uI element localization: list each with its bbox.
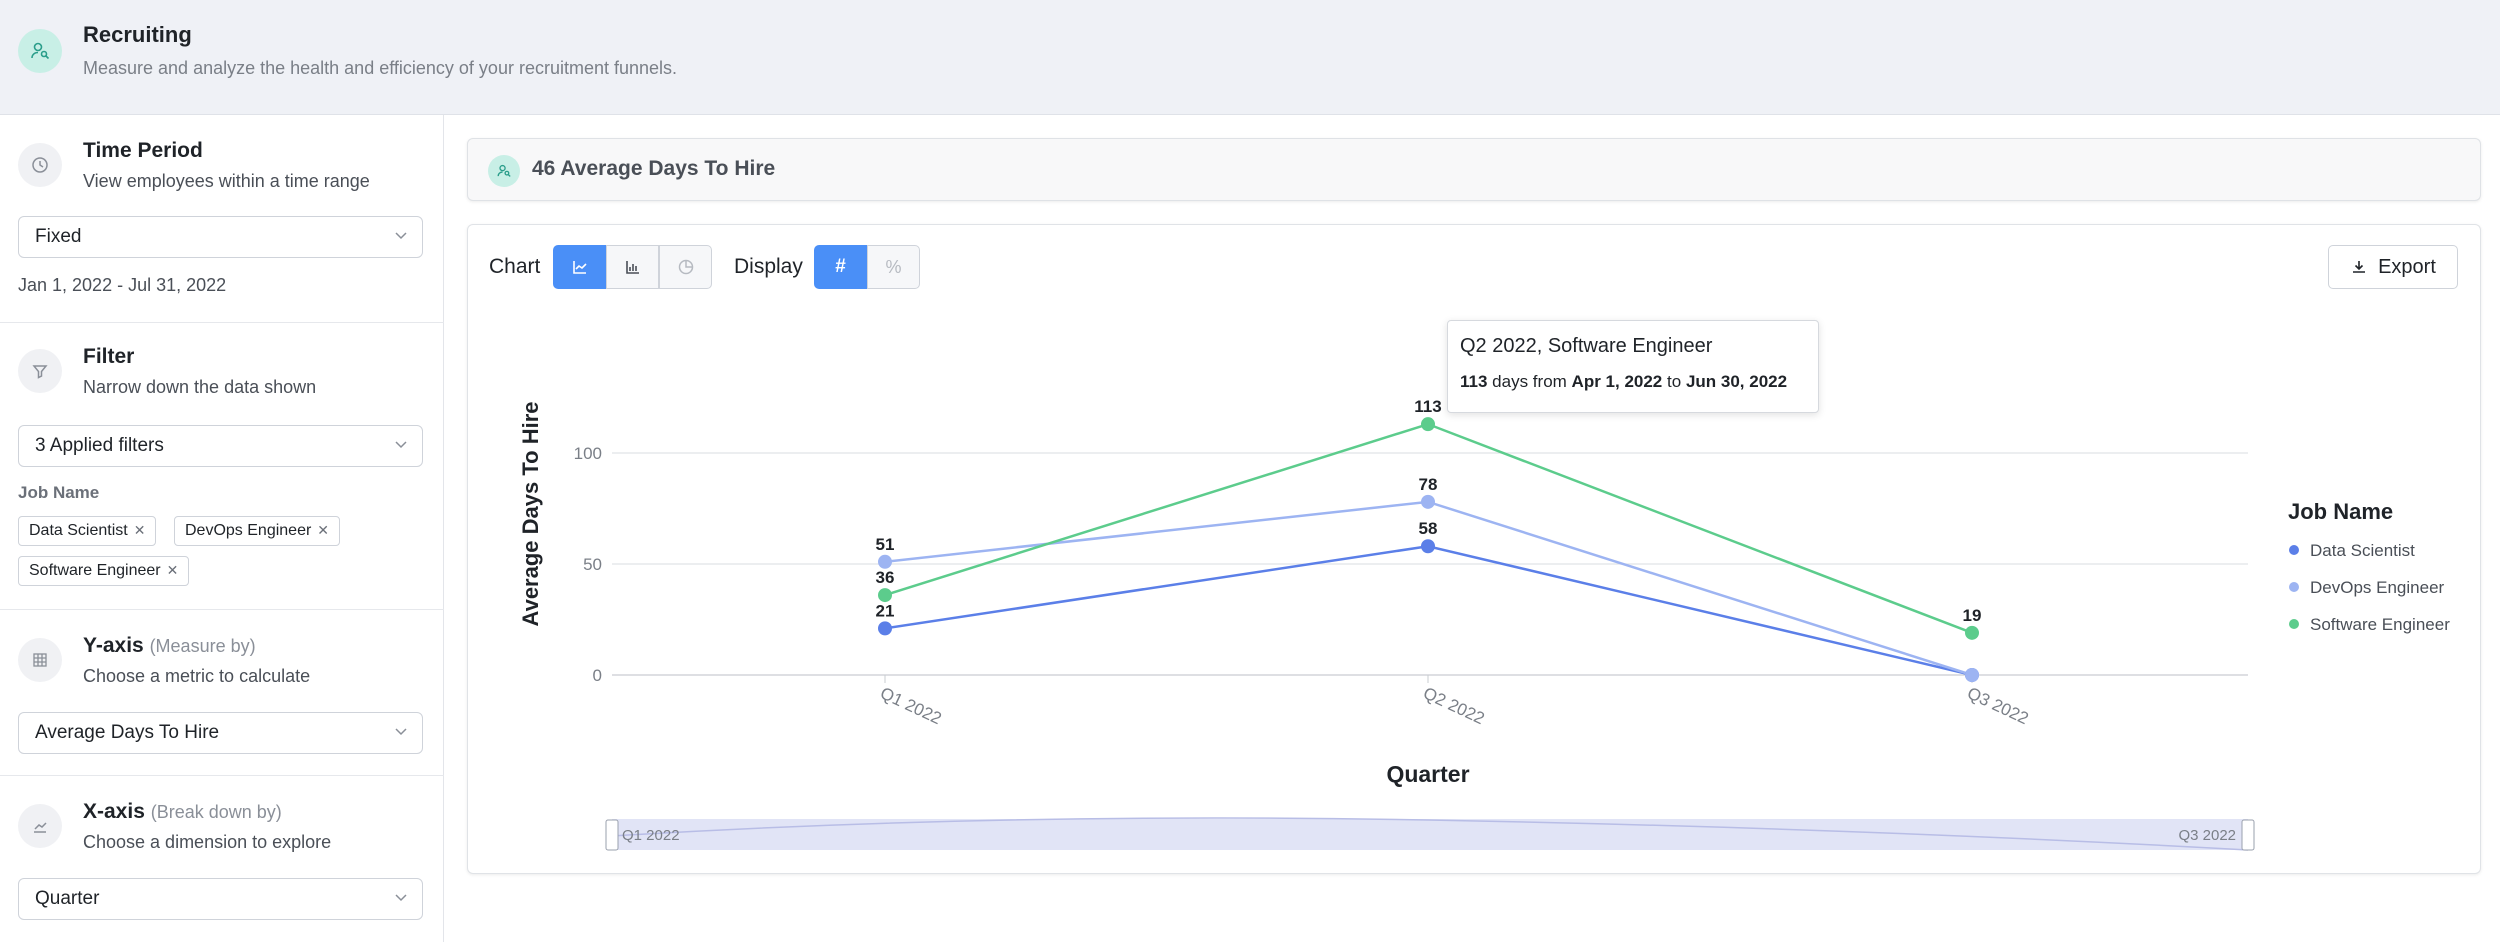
hash-icon: # bbox=[835, 256, 846, 277]
filter-chip[interactable]: DevOps Engineer ✕ bbox=[174, 516, 341, 546]
tooltip-from: Apr 1, 2022 bbox=[1571, 372, 1663, 391]
data-point[interactable] bbox=[1421, 494, 1435, 509]
page-title: Recruiting bbox=[83, 22, 192, 47]
x-axis-title-text: X-axis bbox=[83, 800, 145, 823]
recruiting-icon bbox=[18, 29, 62, 73]
filter-select-value: 3 Applied filters bbox=[35, 435, 164, 456]
percent-icon: % bbox=[885, 256, 902, 277]
time-period-title: Time Period bbox=[83, 139, 203, 162]
data-point[interactable] bbox=[1421, 417, 1435, 432]
summary-banner: 46 Average Days To Hire bbox=[467, 138, 2481, 201]
time-period-section: Time Period View employees within a time… bbox=[0, 115, 444, 323]
download-icon bbox=[2353, 261, 2366, 273]
line-chart-button[interactable] bbox=[553, 245, 606, 289]
y-axis-hint: (Measure by) bbox=[149, 636, 256, 656]
grid-icon bbox=[18, 638, 62, 682]
remove-icon[interactable]: ✕ bbox=[317, 522, 329, 538]
bar-chart-icon bbox=[625, 261, 639, 274]
filter-chip-label: Software Engineer bbox=[29, 562, 161, 579]
chart-type-toggle bbox=[553, 245, 712, 289]
zoom-end-label: Q3 2022 bbox=[2178, 827, 2236, 844]
zoom-handle-right[interactable] bbox=[2241, 819, 2255, 851]
export-label: Export bbox=[2378, 255, 2436, 278]
zoom-start-label: Q1 2022 bbox=[622, 827, 680, 844]
data-point[interactable] bbox=[878, 588, 892, 603]
remove-icon[interactable]: ✕ bbox=[167, 562, 179, 578]
tooltip-title: Q2 2022, Software Engineer bbox=[1460, 335, 1713, 357]
data-point[interactable] bbox=[878, 554, 892, 569]
chevron-down-icon bbox=[395, 728, 407, 736]
page-header: Recruiting Measure and analyze the healt… bbox=[0, 0, 2500, 115]
chevron-down-icon bbox=[395, 894, 407, 902]
summary-text: 46 Average Days To Hire bbox=[532, 157, 776, 180]
bar-chart-button[interactable] bbox=[606, 245, 659, 289]
y-axis-section: Y-axis (Measure by) Choose a metric to c… bbox=[0, 610, 444, 776]
display-label: Display bbox=[734, 255, 803, 278]
filter-select[interactable]: 3 Applied filters bbox=[18, 425, 423, 467]
filter-icon bbox=[18, 349, 62, 393]
export-button[interactable]: Export bbox=[2328, 245, 2458, 289]
tooltip-to: Jun 30, 2022 bbox=[1685, 372, 1788, 391]
x-axis-title: X-axis (Break down by) bbox=[83, 800, 282, 824]
time-period-desc: View employees within a time range bbox=[83, 171, 370, 191]
tooltip-mid: days from bbox=[1492, 372, 1567, 391]
zoom-handle-left[interactable] bbox=[605, 819, 619, 851]
job-name-label: Job Name bbox=[18, 483, 100, 502]
filter-chip-label: DevOps Engineer bbox=[185, 522, 312, 539]
filter-chip[interactable]: Data Scientist ✕ bbox=[18, 516, 157, 546]
line-chart-icon bbox=[18, 804, 62, 848]
percent-mode-button[interactable]: % bbox=[867, 245, 920, 289]
data-point[interactable] bbox=[878, 621, 892, 636]
count-mode-button[interactable]: # bbox=[814, 245, 867, 289]
chart-type-label: Chart bbox=[489, 255, 541, 278]
y-axis-select-value: Average Days To Hire bbox=[35, 722, 220, 743]
chevron-down-icon bbox=[395, 441, 407, 449]
tooltip-body: 113 days from Apr 1, 2022 to Jun 30, 202… bbox=[1460, 372, 1806, 392]
x-axis-desc: Choose a dimension to explore bbox=[83, 832, 332, 852]
filter-chip-label: Data Scientist bbox=[29, 522, 128, 539]
line-chart-icon bbox=[572, 261, 587, 274]
tooltip-value: 113 bbox=[1460, 372, 1488, 391]
remove-icon[interactable]: ✕ bbox=[134, 522, 146, 538]
y-axis-title-text: Y-axis bbox=[83, 634, 144, 657]
x-axis-select[interactable]: Quarter bbox=[18, 878, 423, 920]
x-axis-select-value: Quarter bbox=[35, 888, 100, 909]
data-point[interactable] bbox=[1421, 539, 1435, 554]
chevron-down-icon bbox=[395, 232, 407, 240]
chart-tooltip: Q2 2022, Software Engineer 113 days from… bbox=[1447, 320, 1819, 413]
filter-desc: Narrow down the data shown bbox=[83, 377, 317, 397]
pie-chart-icon bbox=[678, 259, 693, 275]
tooltip-to-word: to bbox=[1667, 372, 1682, 391]
page-subtitle: Measure and analyze the health and effic… bbox=[83, 58, 678, 78]
time-period-select-value: Fixed bbox=[35, 226, 82, 247]
pie-chart-button[interactable] bbox=[659, 245, 712, 289]
clock-icon bbox=[18, 143, 62, 187]
x-axis-section: X-axis (Break down by) Choose a dimensio… bbox=[0, 776, 444, 942]
data-point[interactable] bbox=[1965, 625, 1979, 640]
display-mode-toggle: # % bbox=[814, 245, 920, 289]
recruiting-icon bbox=[488, 155, 520, 187]
zoom-slider[interactable]: Q1 2022 Q3 2022 bbox=[605, 817, 2255, 851]
data-point[interactable] bbox=[1965, 668, 1979, 682]
filter-chip[interactable]: Software Engineer ✕ bbox=[18, 556, 190, 586]
sidebar: Time Period View employees within a time… bbox=[0, 115, 444, 942]
x-axis-hint: (Break down by) bbox=[150, 802, 282, 822]
y-axis-select[interactable]: Average Days To Hire bbox=[18, 712, 423, 754]
y-axis-title: Y-axis (Measure by) bbox=[83, 634, 256, 658]
time-period-select[interactable]: Fixed bbox=[18, 216, 423, 258]
filter-section: Filter Narrow down the data shown 3 Appl… bbox=[0, 323, 444, 610]
filter-title: Filter bbox=[83, 345, 135, 368]
y-axis-desc: Choose a metric to calculate bbox=[83, 666, 311, 686]
date-range-text: Jan 1, 2022 - Jul 31, 2022 bbox=[18, 275, 227, 295]
